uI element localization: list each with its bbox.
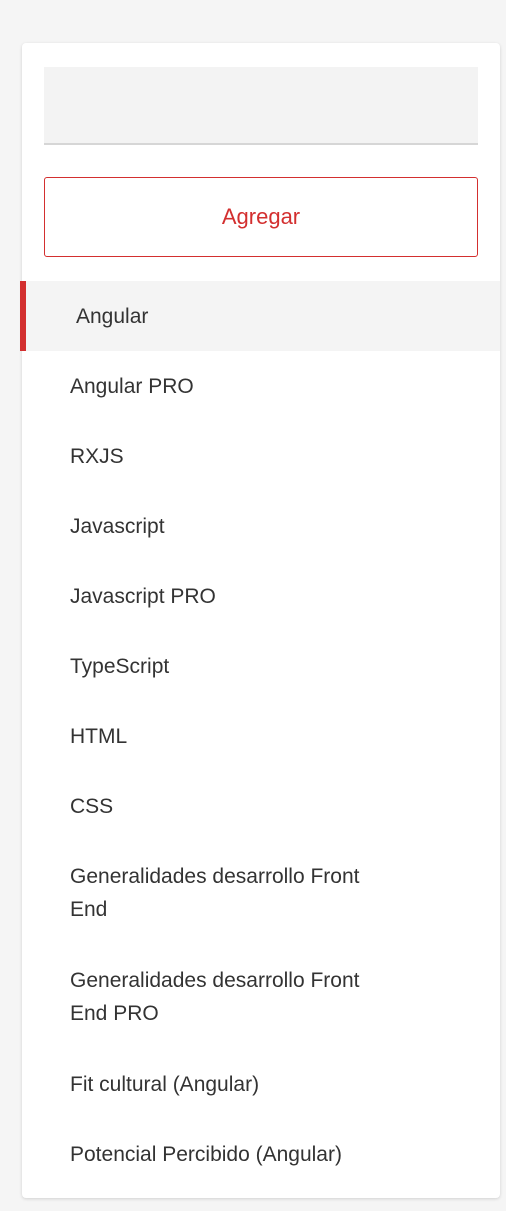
list-item-label: Potencial Percibido (Angular) xyxy=(70,1142,342,1166)
list-item-label: Angular PRO xyxy=(70,374,194,398)
list-item-label: Angular xyxy=(76,304,149,328)
list-item-label: Generalidades desarrollo Front End xyxy=(70,865,360,921)
topic-list-panel: Agregar Angular Angular PRO RXJS Javascr… xyxy=(20,43,500,1198)
list-item-fit-cultural[interactable]: Fit cultural (Angular) xyxy=(22,1049,500,1119)
list-item-generalidades-front-end[interactable]: Generalidades desarrollo Front End xyxy=(22,841,500,945)
list-item-angular-pro[interactable]: Angular PRO xyxy=(22,351,500,421)
list-item-label: CSS xyxy=(70,794,114,818)
search-input[interactable] xyxy=(44,67,478,145)
list-item-label: Javascript xyxy=(70,514,165,538)
topic-list: Angular Angular PRO RXJS Javascript Java… xyxy=(20,281,500,1189)
list-item-label: TypeScript xyxy=(70,654,170,678)
list-item-label: Javascript PRO xyxy=(70,584,216,608)
add-button[interactable]: Agregar xyxy=(44,177,478,257)
list-item-javascript-pro[interactable]: Javascript PRO xyxy=(22,561,500,631)
list-item-label: Fit cultural (Angular) xyxy=(70,1072,260,1096)
list-item-generalidades-front-end-pro[interactable]: Generalidades desarrollo Front End PRO xyxy=(22,945,500,1049)
list-item-label: Generalidades desarrollo Front End PRO xyxy=(70,969,360,1025)
list-item-html[interactable]: HTML xyxy=(22,701,500,771)
list-item-angular[interactable]: Angular xyxy=(20,281,500,351)
list-item-rxjs[interactable]: RXJS xyxy=(22,421,500,491)
list-item-label: RXJS xyxy=(70,444,124,468)
list-item-label: HTML xyxy=(70,724,128,748)
list-item-potencial-percibido[interactable]: Potencial Percibido (Angular) xyxy=(22,1119,500,1189)
list-item-typescript[interactable]: TypeScript xyxy=(22,631,500,701)
list-item-css[interactable]: CSS xyxy=(22,771,500,841)
list-item-javascript[interactable]: Javascript xyxy=(22,491,500,561)
